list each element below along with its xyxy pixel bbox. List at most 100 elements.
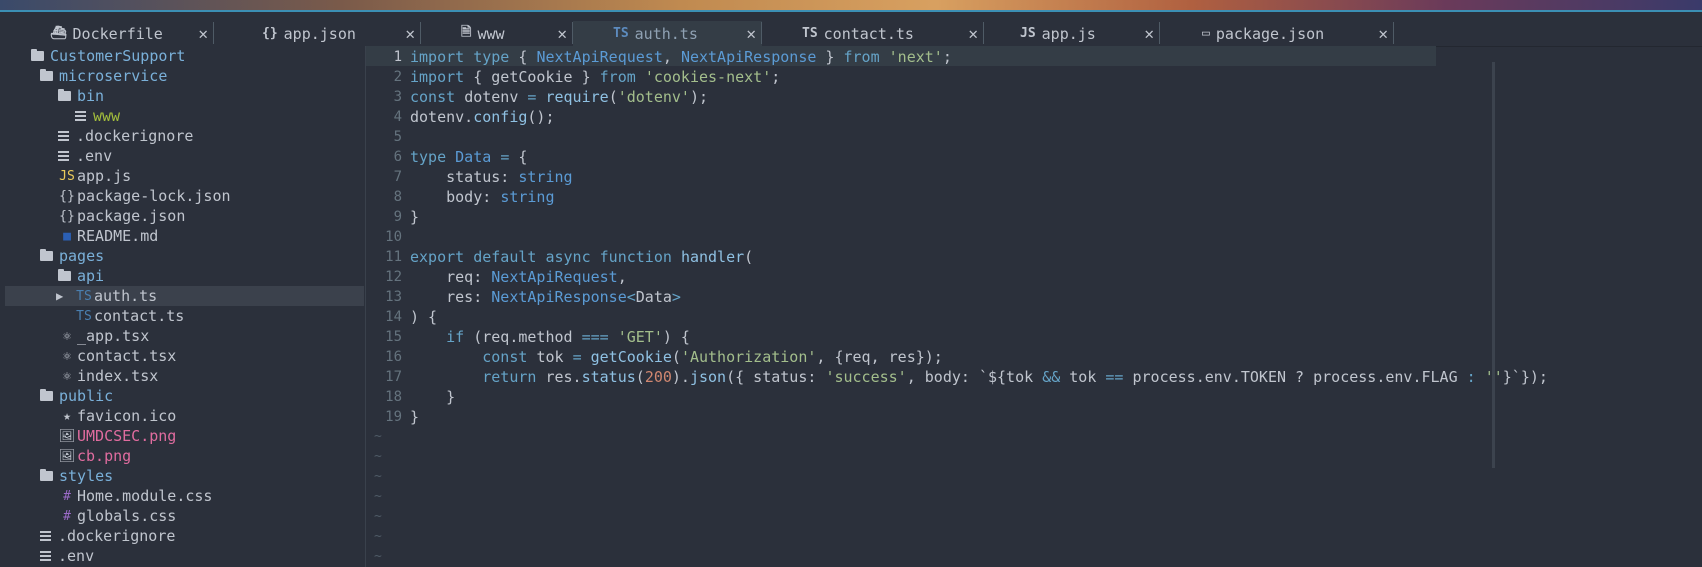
javascript-icon: JS	[1020, 26, 1036, 41]
tab-label: app.json	[283, 24, 356, 43]
code-editor[interactable]: 1 import type { NextApiRequest, NextApiRe…	[366, 46, 1702, 567]
code-line[interactable]: }	[410, 387, 455, 407]
code-token: dotenv.	[410, 108, 474, 126]
code-line[interactable]: res: NextApiResponse<Data>	[410, 287, 681, 307]
code-token: {	[518, 48, 537, 66]
file-item-favicon-ico[interactable]: ★ favicon.ico	[5, 406, 364, 426]
folder-item-public[interactable]: public	[5, 386, 364, 406]
file-lines-icon	[40, 550, 51, 562]
code-line[interactable]: if (req.method === 'GET') {	[410, 327, 690, 347]
tree-item-label: .dockerignore	[76, 127, 194, 145]
tree-item-label: favicon.ico	[77, 407, 177, 425]
code-token: config	[473, 108, 528, 126]
close-icon[interactable]: ✕	[557, 21, 567, 46]
close-icon[interactable]: ✕	[198, 21, 208, 46]
code-token: NextApiResponse	[680, 48, 817, 66]
close-icon[interactable]: ✕	[1378, 21, 1388, 46]
file-item-umdcsec-png[interactable]: 🖼 UMDCSEC.png	[5, 426, 364, 446]
code-token: <	[626, 288, 636, 306]
close-icon[interactable]: ✕	[968, 21, 978, 46]
expand-arrow-icon[interactable]: ▶	[56, 289, 63, 303]
file-item-dockerignore[interactable]: .dockerignore	[5, 126, 364, 146]
code-line[interactable]: dotenv.config();	[410, 107, 555, 127]
line-number: 18	[385, 389, 402, 405]
code-line[interactable]: type Data = {	[410, 147, 527, 167]
image-icon: 🖼	[58, 448, 76, 464]
file-item-auth-ts[interactable]: ▶ TS auth.ts	[5, 286, 364, 306]
column-guide	[1492, 62, 1495, 468]
whale-icon: ⛴	[50, 26, 67, 41]
folder-item-customersupport[interactable]: CustomerSupport	[5, 46, 364, 66]
code-token: 'Authorization'	[680, 348, 817, 366]
file-item-readme-md[interactable]: ■ README.md	[5, 226, 364, 246]
file-item-env[interactable]: .env	[5, 546, 364, 566]
code-line[interactable]: ) {	[410, 307, 437, 327]
code-token: Data	[455, 148, 501, 166]
tree-item-label: www	[93, 107, 121, 125]
line-number: 7	[393, 169, 402, 185]
folder-item-styles[interactable]: styles	[5, 466, 364, 486]
file-item-app-js[interactable]: JS app.js	[5, 166, 364, 186]
code-token: =	[527, 88, 546, 106]
tree-item-label: cb.png	[77, 447, 132, 465]
code-line[interactable]: export default async function handler(	[410, 247, 753, 267]
tab-package-json[interactable]: ▭ package.json ✕	[1160, 21, 1394, 46]
file-item-index-tsx[interactable]: ⚛ index.tsx	[5, 366, 364, 386]
javascript-icon: JS	[59, 168, 75, 184]
code-token: handler	[680, 248, 745, 266]
tree-item-label: styles	[59, 467, 114, 485]
code-line[interactable]: import { getCookie } from 'cookies-next'…	[410, 67, 780, 87]
file-item-app-tsx[interactable]: ⚛ _app.tsx	[5, 326, 364, 346]
tab-app-json[interactable]: {} app.json ✕	[214, 21, 421, 46]
code-token: NextApiRequest	[536, 48, 663, 66]
file-lines-icon	[75, 110, 86, 122]
tab-auth-ts[interactable]: TS auth.ts ✕	[573, 21, 762, 46]
code-line[interactable]: }	[410, 407, 419, 427]
line-number: 19	[385, 409, 402, 425]
code-token: , {req, res});	[816, 348, 943, 366]
code-token: string	[500, 188, 555, 206]
code-token: { getCookie }	[473, 68, 600, 86]
folder-item-microservice[interactable]: microservice	[5, 66, 364, 86]
file-item-contact-tsx[interactable]: ⚛ contact.tsx	[5, 346, 364, 366]
code-line[interactable]: import type { NextApiRequest, NextApiRes…	[410, 47, 952, 67]
file-item-package-lock-json[interactable]: {} package-lock.json	[5, 186, 364, 206]
folder-item-pages[interactable]: pages	[5, 246, 364, 266]
file-item-globals-css[interactable]: # globals.css	[5, 506, 364, 526]
tree-item-label: auth.ts	[94, 287, 158, 305]
code-token: status:	[410, 168, 519, 186]
close-icon[interactable]: ✕	[405, 21, 415, 46]
code-line[interactable]: body: string	[410, 187, 555, 207]
file-item-env[interactable]: .env	[5, 146, 364, 166]
tab-contact-ts[interactable]: TS contact.ts ✕	[762, 21, 984, 46]
code-line[interactable]: const dotenv = require('dotenv');	[410, 87, 708, 107]
code-line[interactable]: const tok = getCookie('Authorization', {…	[410, 347, 943, 367]
folder-item-bin[interactable]: bin	[5, 86, 364, 106]
close-icon[interactable]: ✕	[1144, 21, 1154, 46]
file-item-www[interactable]: www	[5, 106, 364, 126]
close-icon[interactable]: ✕	[746, 21, 756, 46]
tab-separator	[1393, 22, 1394, 44]
file-item-contact-ts[interactable]: TS contact.ts	[5, 306, 364, 326]
code-line[interactable]: return res.status(200).json({ status: 's…	[410, 367, 1548, 387]
code-token: type	[410, 148, 456, 166]
tab-dockerfile[interactable]: ⛴ Dockerfile ✕	[0, 21, 214, 46]
file-item-cb-png[interactable]: 🖼 cb.png	[5, 446, 364, 466]
folder-item-api[interactable]: api	[5, 266, 364, 286]
code-line[interactable]: status: string	[410, 167, 572, 187]
tab-www[interactable]: 🗎 www ✕	[421, 21, 573, 46]
code-line[interactable]: req: NextApiRequest,	[410, 267, 627, 287]
file-item-home-module-css[interactable]: # Home.module.css	[5, 486, 364, 506]
file-item-package-json[interactable]: {} package.json	[5, 206, 364, 226]
folder-open-icon	[31, 49, 44, 61]
code-token: ) {	[410, 308, 438, 326]
code-line[interactable]: }	[410, 207, 419, 227]
line-number: 8	[393, 189, 402, 205]
code-token: from	[599, 68, 645, 86]
empty-line-marker: ~	[374, 509, 382, 524]
file-item-dockerignore[interactable]: .dockerignore	[5, 526, 364, 546]
tree-item-label: bin	[77, 87, 105, 105]
code-token: ;	[771, 68, 781, 86]
tab-app-js[interactable]: JS app.js ✕	[984, 21, 1160, 46]
